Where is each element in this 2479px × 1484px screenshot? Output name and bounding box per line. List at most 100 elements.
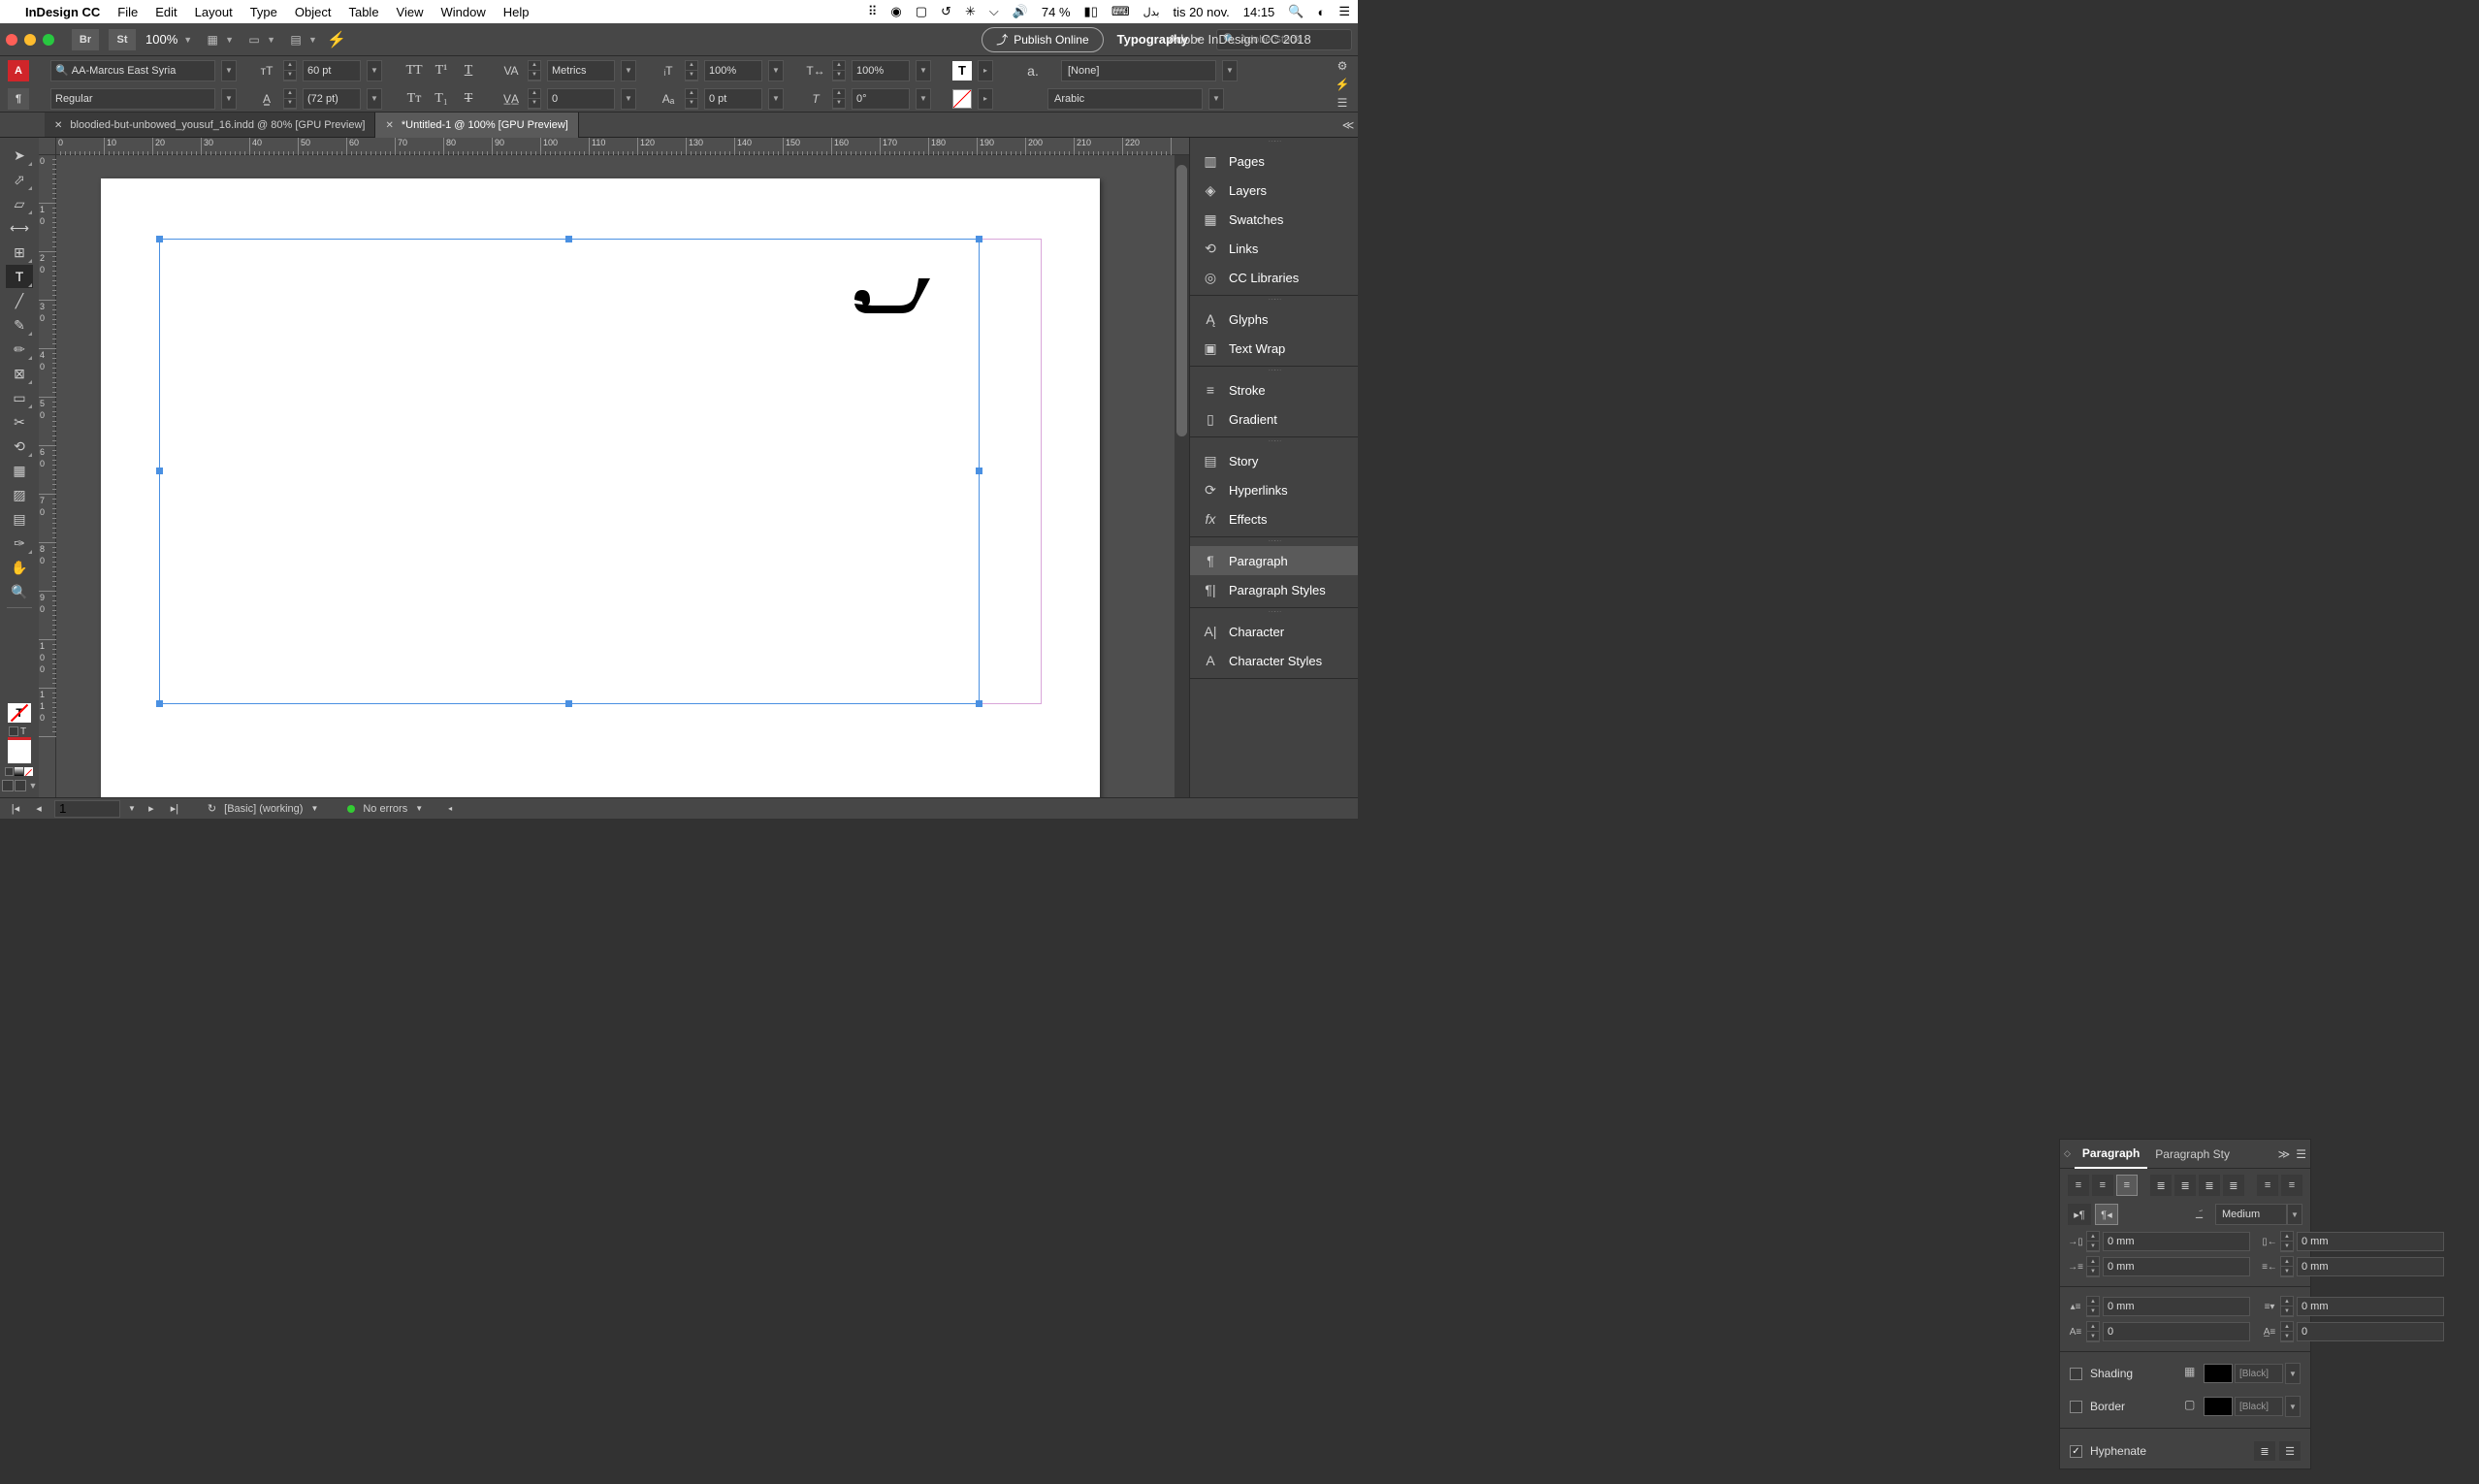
dropcap-chars-field[interactable]: [2297, 1322, 2444, 1341]
panel-links[interactable]: ⟲Links: [1190, 234, 1358, 263]
last-page-button[interactable]: ▸|: [167, 801, 182, 817]
menu-view[interactable]: View: [397, 5, 424, 19]
menu-layout[interactable]: Layout: [195, 5, 233, 19]
page-dd-arrow[interactable]: ▼: [128, 804, 136, 813]
apply-none-icon[interactable]: [24, 767, 33, 776]
align-center-button[interactable]: ≡: [2092, 1175, 2113, 1196]
vscale-field[interactable]: 100%: [704, 60, 762, 81]
zoom-level[interactable]: 100%▼: [145, 32, 192, 47]
hscale-field[interactable]: 100%: [852, 60, 910, 81]
settings-gear-icon[interactable]: ⚙: [1337, 59, 1348, 73]
panel-effects[interactable]: fxEffects: [1190, 504, 1358, 533]
align-right-button[interactable]: ≡: [2116, 1175, 2138, 1196]
justify-left-button[interactable]: ≣: [2150, 1175, 2172, 1196]
menu-file[interactable]: File: [117, 5, 138, 19]
apply-gradient-icon[interactable]: [15, 767, 23, 776]
close-window-button[interactable]: [6, 34, 17, 46]
panel-character[interactable]: A|Character: [1190, 617, 1358, 646]
notification-icon[interactable]: ☰: [1338, 4, 1350, 19]
stroke-swatch[interactable]: [952, 89, 972, 109]
frame-handle[interactable]: [565, 700, 572, 707]
keyboard-icon[interactable]: ⌨: [1111, 4, 1130, 19]
char-style-dropdown[interactable]: [None]: [1061, 60, 1216, 81]
stock-button[interactable]: St: [109, 29, 136, 50]
time[interactable]: 14:15: [1243, 5, 1275, 19]
skew-field[interactable]: 0°: [852, 88, 910, 110]
first-page-button[interactable]: |◂: [8, 801, 23, 817]
shading-color-swatch[interactable]: [2204, 1364, 2233, 1383]
fill-swatch[interactable]: T: [952, 61, 972, 81]
pen-tool[interactable]: ✎: [6, 313, 33, 337]
panel-gradient[interactable]: ▯Gradient: [1190, 404, 1358, 434]
master-label[interactable]: [Basic] (working): [224, 803, 303, 815]
tab-paragraph[interactable]: Paragraph: [2075, 1140, 2147, 1169]
battery-percent[interactable]: 74 %: [1042, 5, 1071, 19]
panel-stroke[interactable]: ≡Stroke: [1190, 375, 1358, 404]
border-settings-icon[interactable]: ▢: [2184, 1398, 2202, 1415]
apply-color-icon[interactable]: [5, 767, 14, 776]
kashida-dropdown[interactable]: [2215, 1204, 2287, 1225]
pasteboard[interactable]: [56, 155, 1189, 797]
shading-checkbox[interactable]: [2070, 1368, 2082, 1380]
panel-text-wrap[interactable]: ▣Text Wrap: [1190, 334, 1358, 363]
align-left-button[interactable]: ≡: [2068, 1175, 2089, 1196]
text-content[interactable]: [843, 259, 940, 327]
font-dd-arrow[interactable]: ▼: [221, 60, 237, 81]
vertical-scrollbar[interactable]: [1175, 155, 1189, 797]
frame-handle[interactable]: [565, 236, 572, 242]
align-baseline-icon[interactable]: ≣: [2254, 1441, 2275, 1461]
last-line-indent-field[interactable]: [2297, 1257, 2444, 1276]
quick-apply-icon[interactable]: ⚡: [1336, 78, 1350, 91]
dropcap-lines-field[interactable]: [2103, 1322, 2250, 1341]
gap-tool[interactable]: ⟷: [6, 216, 33, 240]
type-tool[interactable]: T: [6, 265, 33, 288]
screen-mode-icon[interactable]: ▭: [243, 29, 265, 50]
vertical-ruler[interactable]: 0 10 20 30 40 50 60 70 80 90 100 110: [39, 155, 56, 797]
free-transform-tool[interactable]: ⟲: [6, 435, 33, 458]
view-mode-normal[interactable]: [2, 780, 14, 791]
text-frame[interactable]: [159, 239, 980, 704]
menu-window[interactable]: Window: [441, 5, 486, 19]
border-color-swatch[interactable]: [2204, 1397, 2233, 1416]
gradient-swatch-tool[interactable]: ▦: [6, 459, 33, 482]
tab-close-icon[interactable]: ✕: [54, 120, 62, 131]
bridge-button[interactable]: Br: [72, 29, 99, 50]
space-before-field[interactable]: [2103, 1297, 2250, 1316]
arrange-icon[interactable]: ▤: [285, 29, 306, 50]
panel-character-styles[interactable]: ACharacter Styles: [1190, 646, 1358, 675]
tab-paragraph-styles[interactable]: Paragraph Sty: [2147, 1140, 2238, 1169]
page-tool[interactable]: ▱: [6, 192, 33, 215]
view-options-icon[interactable]: ▦: [202, 29, 223, 50]
frame-handle[interactable]: [156, 468, 163, 474]
all-caps-icon[interactable]: TT: [403, 60, 425, 81]
status-nav-left[interactable]: ◂: [448, 804, 452, 813]
strikethrough-icon[interactable]: T: [458, 88, 479, 110]
panel-layers[interactable]: ◈Layers: [1190, 176, 1358, 205]
default-fill-icon[interactable]: [9, 726, 18, 736]
document-tab[interactable]: ✕ bloodied-but-unbowed_yousuf_16.indd @ …: [45, 113, 375, 138]
minimize-window-button[interactable]: [24, 34, 36, 46]
right-indent-field[interactable]: [2297, 1232, 2444, 1251]
first-line-indent-field[interactable]: [2103, 1257, 2250, 1276]
page[interactable]: [101, 178, 1100, 797]
baseline-field[interactable]: 0 pt: [704, 88, 762, 110]
dropbox-icon[interactable]: ⠿: [868, 4, 878, 19]
gpu-icon[interactable]: ⚡: [327, 30, 346, 49]
menu-help[interactable]: Help: [503, 5, 530, 19]
gradient-feather-tool[interactable]: ▨: [6, 483, 33, 506]
no-align-baseline-icon[interactable]: ☰: [2279, 1441, 2301, 1461]
frame-handle[interactable]: [976, 700, 982, 707]
zoom-window-button[interactable]: [43, 34, 54, 46]
align-towards-spine-button[interactable]: ≡: [2257, 1175, 2278, 1196]
size-spinner[interactable]: ▲▼: [283, 60, 297, 81]
left-indent-field[interactable]: [2103, 1232, 2250, 1251]
siri-icon[interactable]: ◐: [1317, 5, 1325, 19]
hand-tool[interactable]: ✋: [6, 556, 33, 579]
tab-overflow-icon[interactable]: ≪: [1338, 113, 1358, 137]
rectangle-tool[interactable]: ▭: [6, 386, 33, 409]
panel-swatches[interactable]: ▦Swatches: [1190, 205, 1358, 234]
formatting-container-icon[interactable]: T: [20, 726, 30, 736]
superscript-icon[interactable]: T¹: [431, 60, 452, 81]
panel-story[interactable]: ▤Story: [1190, 446, 1358, 475]
character-formatting-icon[interactable]: A: [8, 60, 29, 81]
